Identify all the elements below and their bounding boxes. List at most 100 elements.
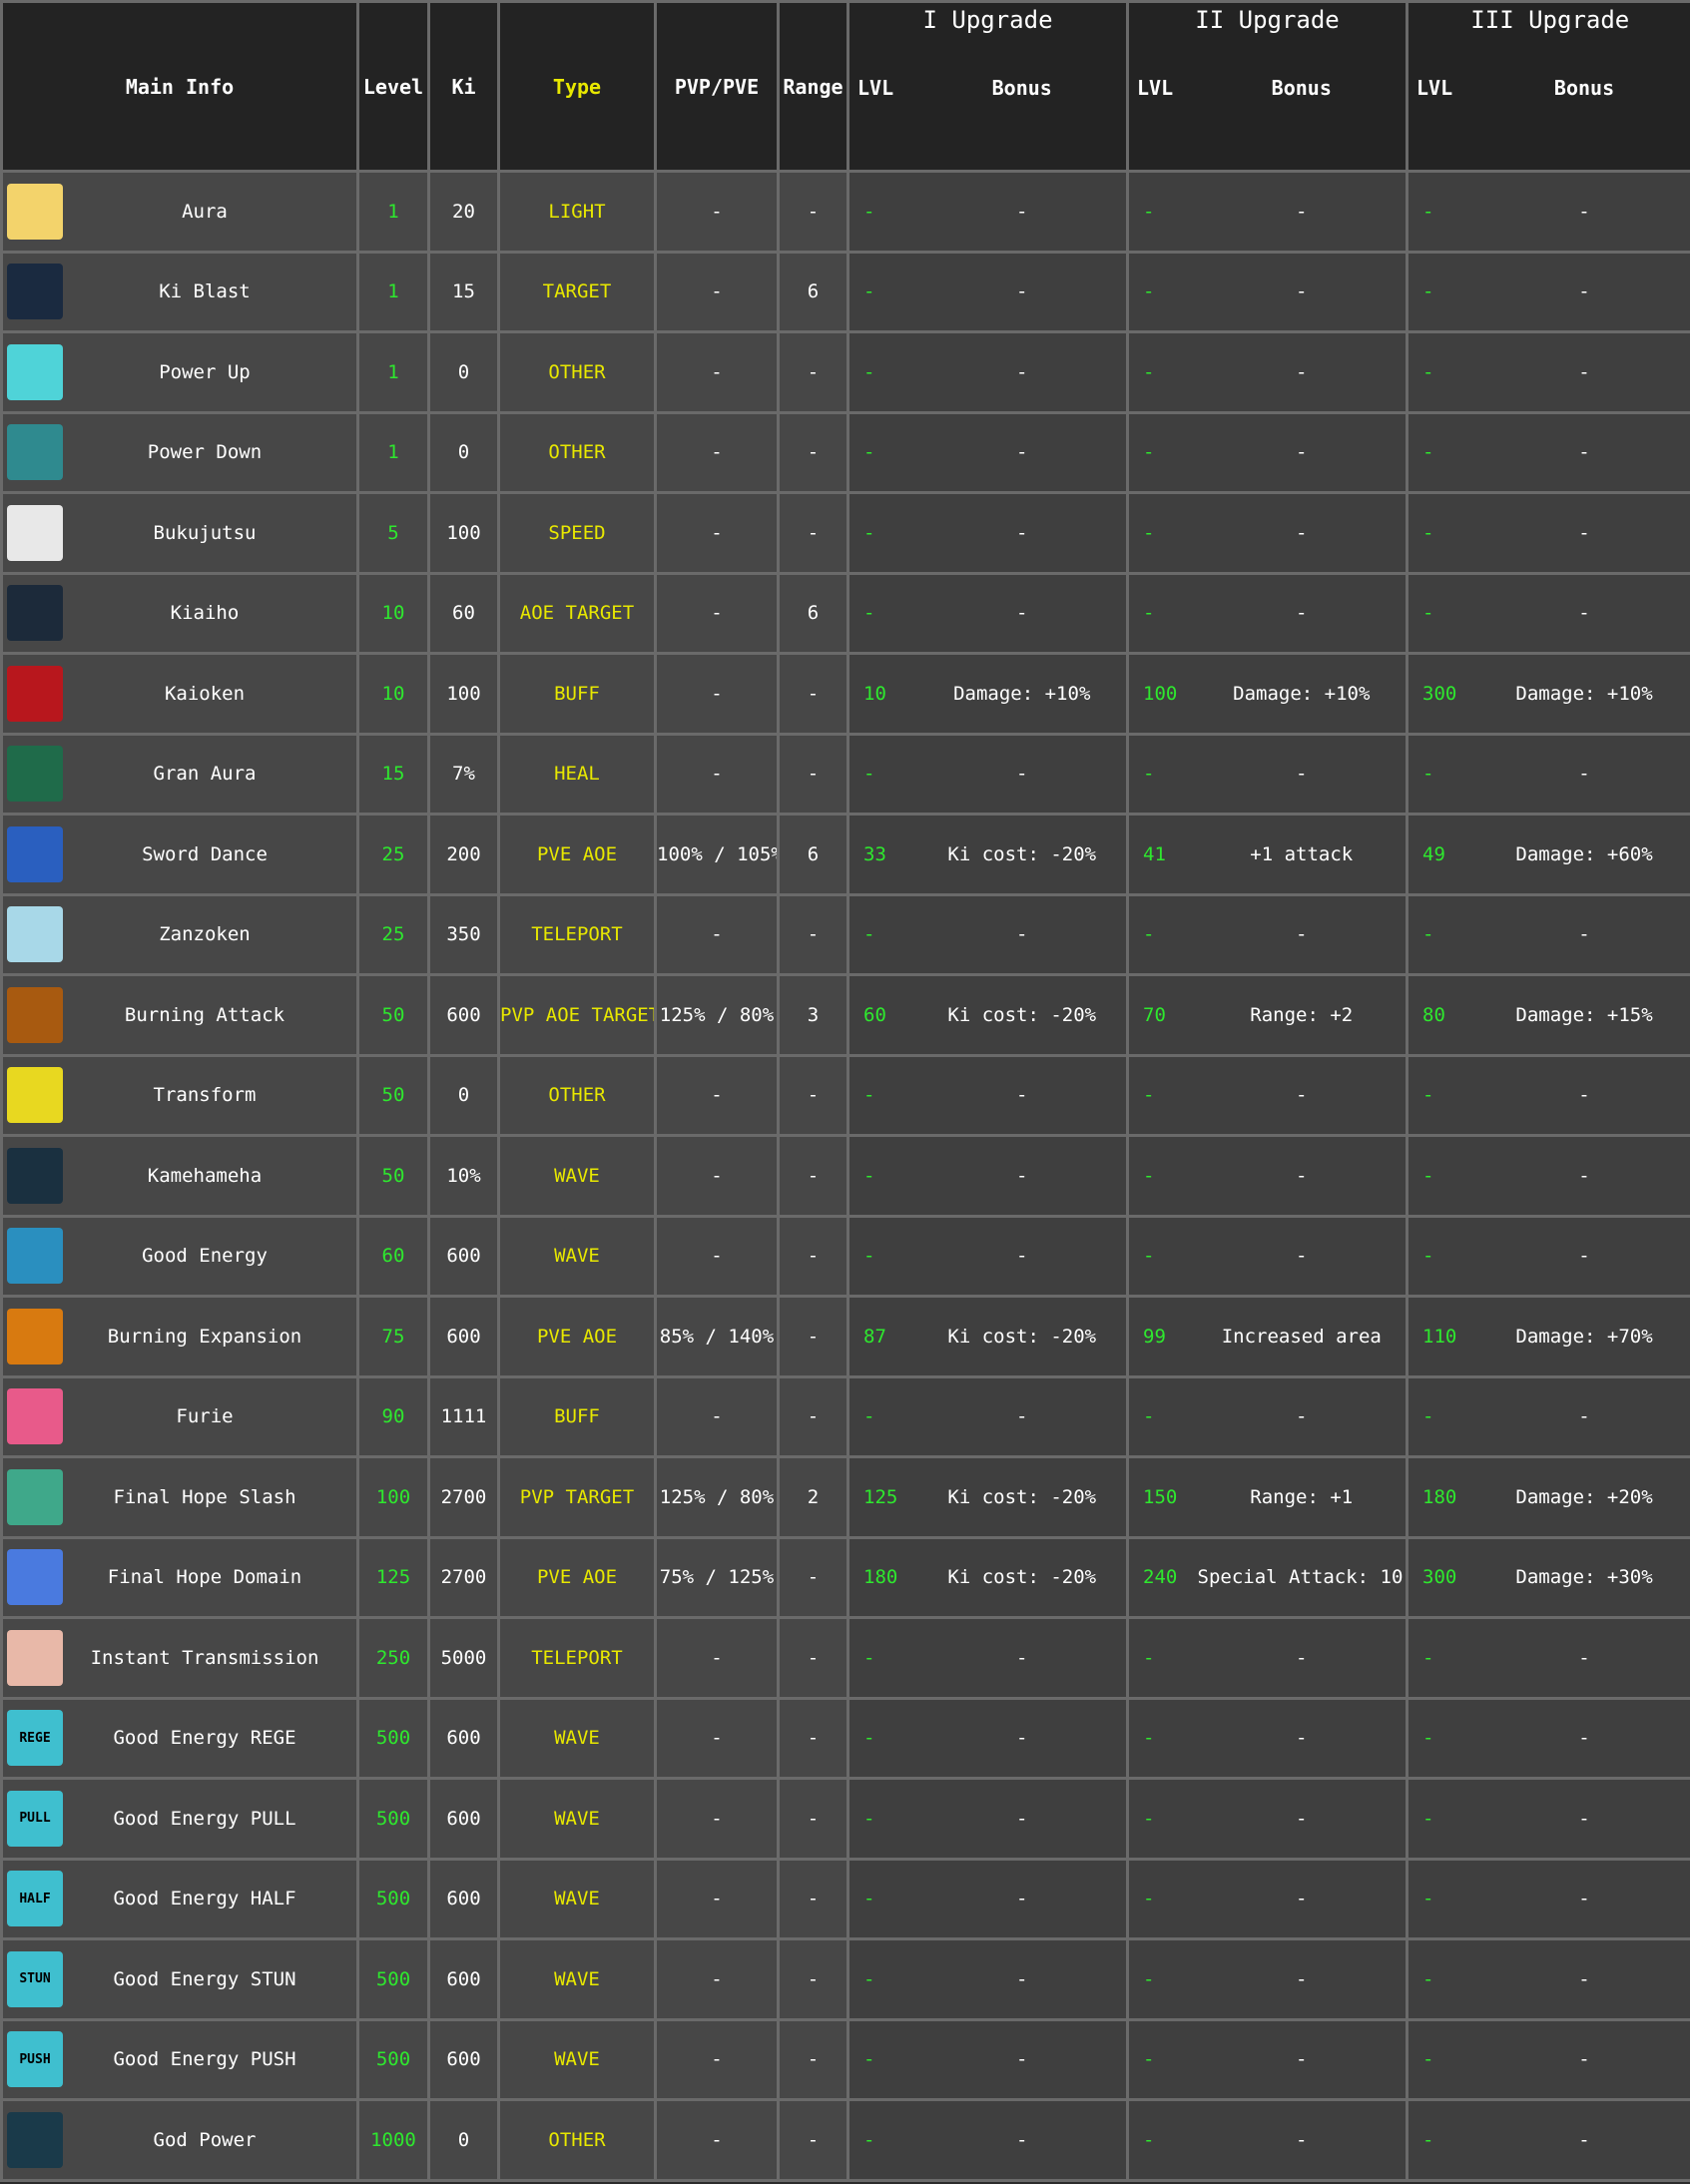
upgrade-2-lvl: -	[1126, 1938, 1198, 2021]
upgrade-1-lvl: -	[846, 412, 918, 494]
upgrade-1-lvl: -	[846, 1938, 918, 2021]
skill-type: LIGHT	[497, 170, 657, 254]
skill-row: Kiaiho 10 60 AOE TARGET -6	[0, 571, 849, 655]
skill-row: Burning Expansion 75 600 PVE AOE 85% / 140% -	[0, 1295, 849, 1378]
skill-name: Aura	[182, 200, 228, 223]
instant-transmission-hand-icon	[7, 1629, 63, 1686]
skill-level: 1	[356, 330, 430, 414]
upgrade-2-bonus: -	[1197, 1859, 1408, 1940]
skill-level: 100	[356, 1455, 430, 1539]
skill-range: -	[777, 491, 849, 575]
skill-level: 10	[356, 571, 430, 655]
skill-main-info: Ki Blast	[0, 250, 359, 333]
skill-range: -	[777, 170, 849, 254]
upgrade-1-bonus: -	[917, 492, 1128, 575]
header-range: Range	[777, 0, 849, 173]
skill-ki: 350	[427, 892, 500, 976]
upgrade-2-lvl: -	[1126, 1859, 1198, 1940]
skill-ki: 600	[427, 973, 500, 1057]
skill-main-info: Kiaiho	[0, 571, 359, 655]
upgrade-2-bonus: Damage: +10%	[1197, 653, 1408, 736]
skill-ki: 200	[427, 813, 500, 896]
skill-row: Gran Aura 15 7% HEAL - -	[0, 732, 849, 816]
skill-row: PUSH Good Energy PUSH 500 600 WAVE - -	[0, 2017, 849, 2101]
upgrade-2-lvl: -	[1126, 1617, 1198, 1700]
skill-pvp-pve: 125% / 80%	[654, 1455, 780, 1539]
skill-type: TARGET	[497, 250, 657, 333]
skill-pvp-pve: -	[654, 2098, 780, 2182]
skill-range: -	[777, 2098, 849, 2182]
header-upgrade-3-bonus: Bonus	[1476, 37, 1690, 173]
skill-main-info: Final Hope Domain	[0, 1535, 359, 1619]
skill-pvp-pve: -	[654, 1777, 780, 1861]
upgrade-3-bonus: -	[1476, 492, 1690, 575]
blonde-character-icon	[7, 183, 63, 240]
skill-ki: 100	[427, 491, 500, 575]
skill-level: 90	[356, 1374, 430, 1458]
upgrade-3-lvl: -	[1406, 1216, 1477, 1298]
upgrade-1-lvl: -	[846, 331, 918, 414]
skill-ki: 5000	[427, 1616, 500, 1700]
skill-ki: 600	[427, 1696, 500, 1780]
upgrade-1-bonus: -	[917, 1055, 1128, 1137]
upgrade-2-bonus: -	[1197, 1778, 1408, 1861]
upgrade-1-lvl: -	[846, 1859, 918, 1940]
skill-ki: 100	[427, 652, 500, 736]
skill-ki: 0	[427, 330, 500, 414]
upgrade-2-lvl: 100	[1126, 653, 1198, 736]
upgrade-1-lvl: -	[846, 171, 918, 254]
upgrade-2-lvl: -	[1126, 1376, 1198, 1458]
upgrade-1-bonus: -	[917, 2019, 1128, 2101]
upgrade-3-lvl: -	[1406, 1135, 1477, 1218]
upgrade-3-bonus: -	[1476, 2019, 1690, 2101]
skill-type: WAVE	[497, 1777, 657, 1861]
skill-row: Kamehameha 50 10% WAVE - -	[0, 1134, 849, 1218]
upgrade-2-bonus: -	[1197, 1055, 1408, 1137]
pull-badge-icon: PULL	[7, 1790, 63, 1847]
upgrade-1-bonus: -	[917, 1938, 1128, 2021]
skill-pvp-pve: -	[654, 250, 780, 333]
skill-type: TELEPORT	[497, 1616, 657, 1700]
upgrade-2-lvl: -	[1126, 1778, 1198, 1861]
upgrade-3-lvl: -	[1406, 1617, 1477, 1700]
upgrade-2-bonus: -	[1197, 573, 1408, 655]
upgrade-3-bonus: -	[1476, 573, 1690, 655]
skill-type: PVP AOE TARGET	[497, 973, 657, 1057]
skill-row: Instant Transmission 250 5000 TELEPORT - -	[0, 1616, 849, 1700]
skill-row: Transform 50 0 OTHER - -	[0, 1053, 849, 1137]
skill-main-info: Gran Aura	[0, 732, 359, 816]
upgrade-1-lvl: 33	[846, 814, 918, 896]
skill-type: OTHER	[497, 1053, 657, 1137]
upgrade-2-bonus: -	[1197, 1216, 1408, 1298]
skill-range: 6	[777, 250, 849, 333]
upgrade-1-lvl: -	[846, 1216, 918, 1298]
upgrade-2-bonus: Range: +2	[1197, 974, 1408, 1057]
skill-pvp-pve: -	[654, 330, 780, 414]
upgrade-1-bonus: -	[917, 171, 1128, 254]
upgrade-row: 180Ki cost: -20%240Special Attack: 10->6…	[846, 1537, 1690, 1619]
skill-row: Ki Blast 1 15 TARGET -6	[0, 250, 849, 333]
upgrade-2-bonus: -	[1197, 2019, 1408, 2101]
upgrade-2-bonus: -	[1197, 412, 1408, 494]
skill-type: OTHER	[497, 410, 657, 494]
skill-ki: 600	[427, 1777, 500, 1861]
upgrade-2-bonus: -	[1197, 252, 1408, 333]
upgrade-1-lvl: -	[846, 573, 918, 655]
skill-main-info: STUN Good Energy STUN	[0, 1937, 359, 2021]
skill-pvp-pve: -	[654, 892, 780, 976]
upgrade-2-lvl: -	[1126, 252, 1198, 333]
skill-pvp-pve: -	[654, 1616, 780, 1700]
skill-name: Kaioken	[164, 682, 246, 705]
skill-row: Bukujutsu 5 100 SPEED - -	[0, 491, 849, 575]
upgrade-3-lvl: -	[1406, 2099, 1477, 2182]
upgrade-2-bonus: -	[1197, 331, 1408, 414]
skill-level: 1	[356, 410, 430, 494]
skill-type: WAVE	[497, 1937, 657, 2021]
upgrade-3-lvl: -	[1406, 734, 1477, 816]
upgrade-2-bonus: -	[1197, 734, 1408, 816]
skill-main-info: Instant Transmission	[0, 1616, 359, 1700]
upgrade-3-bonus: -	[1476, 1376, 1690, 1458]
skill-range: 6	[777, 571, 849, 655]
skill-main-info: PULL Good Energy PULL	[0, 1777, 359, 1861]
expansion-dome-icon	[7, 1308, 63, 1365]
